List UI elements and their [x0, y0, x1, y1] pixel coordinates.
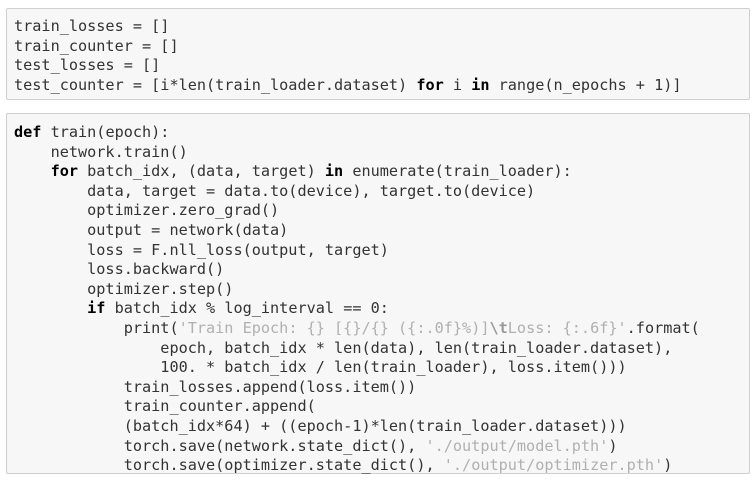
code-line: data, target = data.to(device), target.t… [14, 181, 536, 200]
code-line: train_counter = [] [14, 36, 179, 55]
code-line: loss = F.nll_loss(output, target) [14, 240, 389, 259]
code-line: test_losses = [] [14, 56, 161, 75]
code-line: output = network(data) [14, 220, 289, 239]
code-cell-1[interactable]: train_losses = [] train_counter = [] test_… [6, 8, 750, 100]
code-line: def train(epoch): [14, 123, 170, 141]
code-line: torch.save(optimizer.state_dict(), './ou… [14, 456, 673, 475]
code-line: optimizer.zero_grad() [14, 201, 280, 220]
code-line: train_losses.append(loss.item()) [14, 377, 417, 396]
code-line: network.train() [14, 142, 188, 161]
code-line: if batch_idx % log_interval == 0: [87, 299, 389, 318]
code-line: loss.backward() [14, 260, 225, 279]
code-line: epoch, batch_idx * len(data), len(train_… [14, 338, 673, 357]
code-line: for batch_idx, (data, target) in enumera… [50, 162, 572, 181]
code-line: print('Train Epoch: {} [{}/{} ({:.0f}%)]… [14, 318, 700, 337]
code-line: test_counter = [i*len(train_loader.datas… [14, 75, 682, 94]
code-cell-2[interactable]: def train(epoch): network.train() for ba… [6, 113, 750, 474]
code-block: train_losses = [] train_counter = [] test_… [14, 17, 682, 95]
code-line: 100. * batch_idx / len(train_loader), lo… [14, 358, 627, 377]
code-block: def train(epoch): network.train() for ba… [14, 123, 700, 476]
code-line: train_counter.append( [14, 397, 316, 416]
code-line: train_losses = [] [14, 17, 170, 35]
code-line: torch.save(network.state_dict(), './outp… [14, 436, 618, 455]
code-line: optimizer.step() [14, 279, 234, 298]
code-line: (batch_idx*64) + ((epoch-1)*len(train_lo… [14, 416, 627, 435]
